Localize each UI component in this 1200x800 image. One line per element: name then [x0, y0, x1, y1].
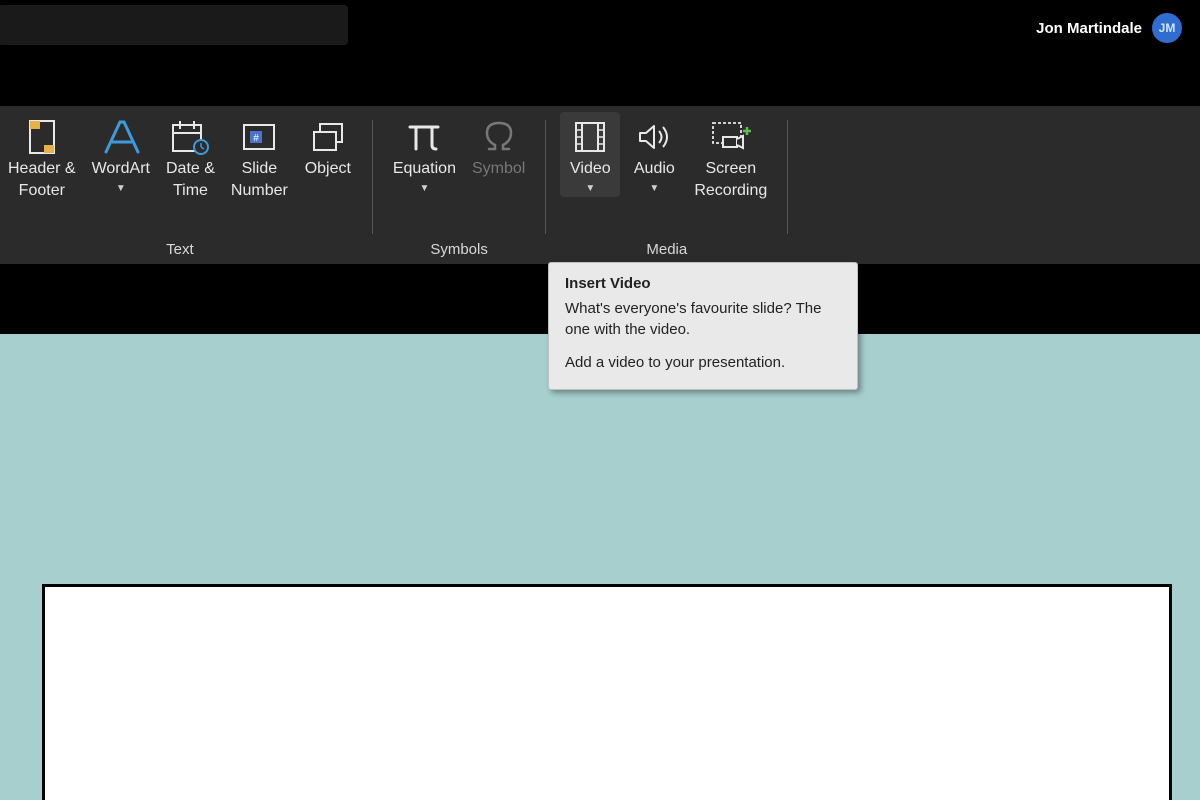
label: WordArt [92, 158, 150, 180]
label: Recording [694, 180, 767, 202]
label: Slide [242, 158, 278, 180]
omega-icon [479, 116, 519, 158]
user-name: Jon Martindale [1036, 20, 1142, 37]
tooltip-title: Insert Video [565, 275, 841, 292]
user-cluster[interactable]: Jon Martindale JM [1036, 13, 1182, 43]
date-time-button[interactable]: Date & Time [160, 112, 221, 203]
insert-video-tooltip: Insert Video What's everyone's favourite… [548, 262, 858, 390]
label: Time [173, 180, 208, 202]
group-separator [372, 120, 373, 234]
speaker-icon [634, 116, 674, 158]
label: Number [231, 180, 288, 202]
chevron-down-icon: ▼ [419, 182, 429, 196]
calendar-clock-icon [170, 116, 210, 158]
tooltip-line: What's everyone's favourite slide? The o… [565, 298, 841, 340]
label: Equation [393, 158, 456, 180]
label: Symbol [472, 158, 525, 180]
wordart-icon [100, 116, 142, 158]
group-label-media: Media [646, 241, 687, 264]
equation-button[interactable]: Equation ▼ [387, 112, 462, 197]
screen-recording-button[interactable]: Screen Recording [688, 112, 773, 203]
title-bar: Jon Martindale JM [0, 0, 1200, 56]
ribbon-group-text: Header & Footer WordArt ▼ [0, 112, 366, 264]
label: Footer [19, 180, 65, 202]
chevron-down-icon: ▼ [585, 182, 595, 196]
symbol-button: Symbol [466, 112, 531, 182]
ribbon: Header & Footer WordArt ▼ [0, 106, 1200, 264]
group-label-text: Text [166, 241, 194, 264]
pi-icon [404, 116, 444, 158]
wordart-button[interactable]: WordArt ▼ [86, 112, 156, 197]
chevron-down-icon: ▼ [116, 182, 126, 196]
ribbon-group-symbols: Equation ▼ Symbol Symbols [379, 112, 540, 264]
chevron-down-icon: ▼ [649, 182, 659, 196]
label: Video [570, 158, 611, 180]
group-label-symbols: Symbols [430, 241, 488, 264]
slide-canvas-area[interactable] [0, 334, 1200, 800]
label: Object [305, 158, 351, 180]
screen-recording-icon [709, 116, 753, 158]
label: Audio [634, 158, 675, 180]
group-separator [545, 120, 546, 234]
header-footer-button[interactable]: Header & Footer [2, 112, 82, 203]
tooltip-line: Add a video to your presentation. [565, 352, 841, 373]
video-film-icon [570, 116, 610, 158]
object-icon [310, 116, 346, 158]
label: Header & [8, 158, 76, 180]
tab-strip-area [0, 56, 1200, 106]
slide[interactable] [42, 584, 1172, 800]
slide-number-button[interactable]: # Slide Number [225, 112, 294, 203]
video-button[interactable]: Video ▼ [560, 112, 620, 197]
label: Screen [705, 158, 756, 180]
ribbon-group-media: Video ▼ Audio ▼ [552, 112, 781, 264]
group-separator [787, 120, 788, 234]
search-input[interactable] [0, 5, 348, 45]
avatar-initials: JM [1159, 21, 1176, 35]
label: Date & [166, 158, 215, 180]
svg-text:#: # [254, 133, 260, 144]
audio-button[interactable]: Audio ▼ [624, 112, 684, 197]
avatar[interactable]: JM [1152, 13, 1182, 43]
header-footer-icon [26, 116, 58, 158]
object-button[interactable]: Object [298, 112, 358, 182]
slide-number-icon: # [241, 116, 277, 158]
